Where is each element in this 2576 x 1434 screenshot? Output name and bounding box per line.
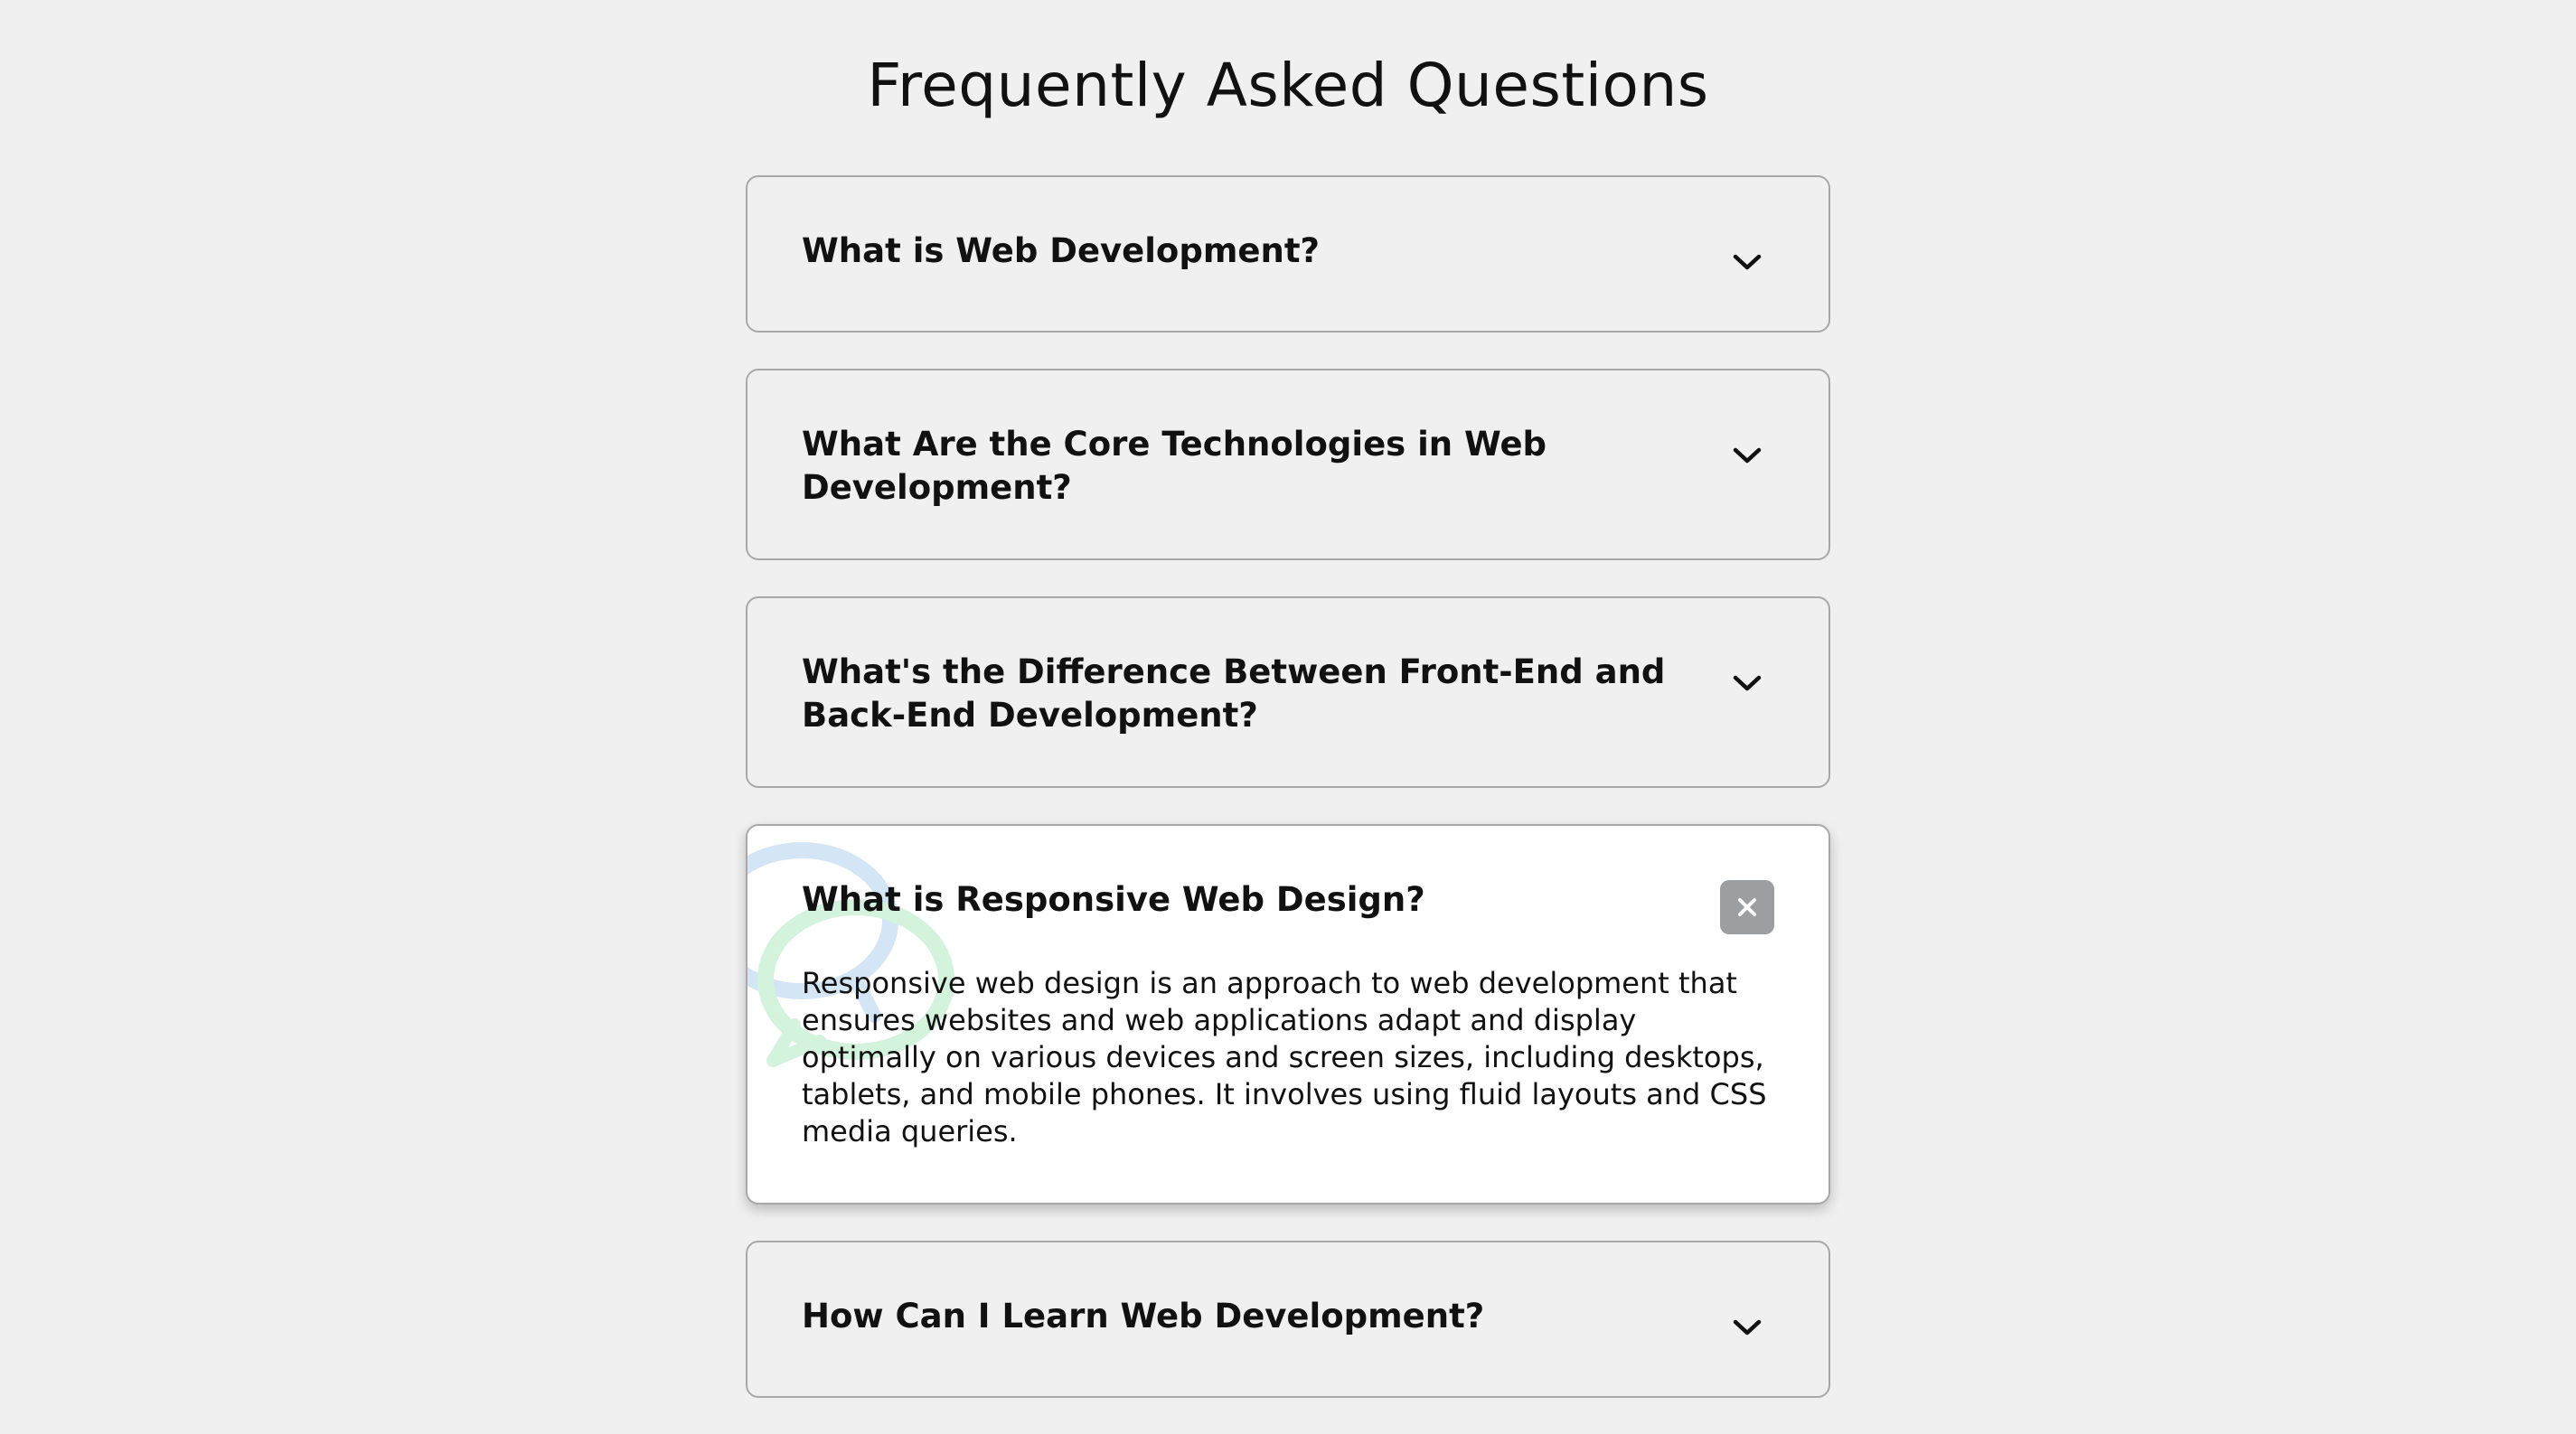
chevron-down-icon[interactable] (1720, 1300, 1774, 1354)
faq-item: How Can I Learn Web Development? (746, 1241, 1830, 1398)
faq-item: What is Web Development? (746, 175, 1830, 333)
faq-question: How Can I Learn Web Development? (802, 1297, 1485, 1336)
faq-list: What is Web Development? What Are the Co… (746, 175, 1830, 1434)
faq-item: What Are the Core Technologies in Web De… (746, 369, 1830, 560)
faq-page: Frequently Asked Questions What is Web D… (0, 0, 2576, 1398)
chevron-down-icon[interactable] (1720, 656, 1774, 710)
faq-question: What's the Difference Between Front-End … (802, 652, 1666, 735)
page-title: Frequently Asked Questions (867, 51, 1709, 120)
faq-question-header[interactable]: What's the Difference Between Front-End … (747, 598, 1829, 786)
faq-item: What's the Difference Between Front-End … (746, 596, 1830, 788)
faq-answer: Responsive web design is an approach to … (802, 966, 1767, 1148)
faq-item-expanded: What is Responsive Web Design? Responsiv… (746, 824, 1830, 1204)
faq-question: What Are the Core Technologies in Web De… (802, 425, 1547, 507)
faq-question: What is Web Development? (802, 231, 1320, 270)
faq-question-header[interactable]: How Can I Learn Web Development? (747, 1242, 1829, 1396)
faq-question-header[interactable]: What is Web Development? (747, 177, 1829, 331)
chevron-down-icon[interactable] (1720, 235, 1774, 289)
faq-question-header[interactable]: What Are the Core Technologies in Web De… (747, 370, 1829, 558)
chevron-down-icon[interactable] (1720, 428, 1774, 483)
faq-question: What is Responsive Web Design? (802, 880, 1425, 919)
